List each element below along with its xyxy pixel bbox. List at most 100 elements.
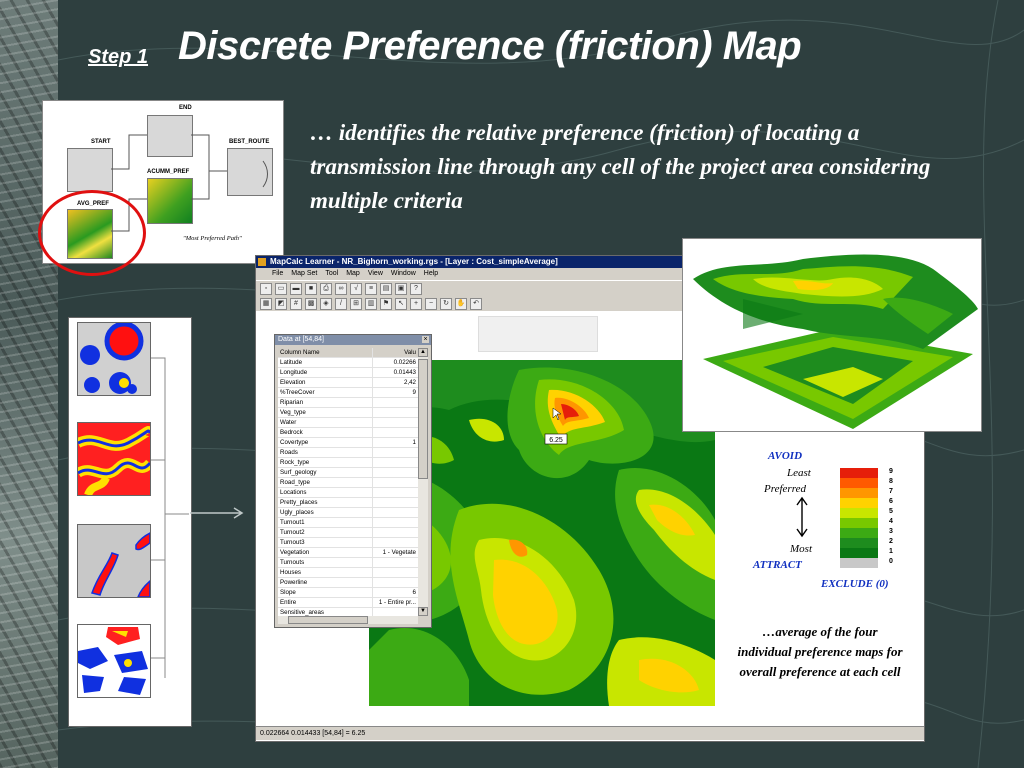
- row-value: [373, 528, 418, 537]
- legend-preferred: Preferred: [764, 483, 806, 495]
- binoculars-icon[interactable]: ∞: [335, 282, 347, 295]
- table-row[interactable]: Slope 6: [278, 588, 418, 598]
- data-grid-rows: Latitude 0.02266 Longitude 0.01443 Elevation…: [278, 358, 418, 616]
- table-row[interactable]: Turnouts: [278, 558, 418, 568]
- row-value: [373, 398, 418, 407]
- row-name: Locations: [278, 488, 373, 497]
- data-grid-window[interactable]: Data at [54,84] × Column Name Valu Latit…: [274, 334, 432, 628]
- table-row[interactable]: Roads: [278, 448, 418, 458]
- legend-swatch-0: [840, 558, 878, 568]
- table-row[interactable]: Longitude 0.01443: [278, 368, 418, 378]
- matrix-icon[interactable]: ⊞: [350, 297, 362, 310]
- new-icon[interactable]: ▫: [260, 282, 272, 295]
- legend-swatch-9: [840, 468, 878, 478]
- table-row[interactable]: Turnout1: [278, 518, 418, 528]
- table-row[interactable]: Covertype 1: [278, 438, 418, 448]
- thumb-map-3: [77, 524, 151, 598]
- layers-icon[interactable]: ≡: [365, 282, 377, 295]
- thumb-map-4: [77, 624, 151, 698]
- data-grid-titlebar[interactable]: Data at [54,84] ×: [275, 335, 431, 345]
- table-icon[interactable]: ▤: [380, 282, 392, 295]
- table-row[interactable]: Bedrock: [278, 428, 418, 438]
- table-row[interactable]: Rock_type: [278, 458, 418, 468]
- scroll-thumb[interactable]: [418, 359, 428, 479]
- table-row[interactable]: Turnout3: [278, 538, 418, 548]
- row-name: Road_type: [278, 478, 373, 487]
- save-icon[interactable]: ■: [305, 282, 317, 295]
- table-row[interactable]: Sensitive_areas: [278, 608, 418, 616]
- row-value: [373, 558, 418, 567]
- zoom-in-icon[interactable]: +: [410, 297, 422, 310]
- table-row[interactable]: Veg_type: [278, 408, 418, 418]
- image-icon[interactable]: ▩: [305, 297, 317, 310]
- zoom-out-icon[interactable]: −: [425, 297, 437, 310]
- pan-icon[interactable]: ✋: [455, 297, 467, 310]
- table-row[interactable]: Houses: [278, 568, 418, 578]
- chart-icon[interactable]: ▥: [365, 297, 377, 310]
- row-value: 0.02266: [393, 359, 416, 366]
- row-name: Vegetation: [278, 548, 373, 557]
- row-value: 0.01443: [393, 369, 416, 376]
- menu-map-set[interactable]: Map Set: [291, 268, 317, 280]
- data-grid-table[interactable]: Column Name Valu Latitude 0.02266 Longitud…: [278, 348, 418, 616]
- row-name: Houses: [278, 568, 373, 577]
- undo-icon[interactable]: ↶: [470, 297, 482, 310]
- table-row[interactable]: Pretty_places: [278, 498, 418, 508]
- row-value: 1 - Entire pr...: [378, 599, 416, 606]
- menu-file[interactable]: File: [272, 268, 283, 280]
- sqrt-icon[interactable]: √: [350, 282, 362, 295]
- app-icon: [258, 258, 266, 266]
- scroll-down-icon[interactable]: ▼: [418, 607, 428, 616]
- open-icon[interactable]: ▭: [275, 282, 287, 295]
- legend-value-2: 2: [889, 538, 893, 545]
- print-icon[interactable]: ⎙: [320, 282, 332, 295]
- pointer-icon[interactable]: ↖: [395, 297, 407, 310]
- legend-swatch-7: [840, 488, 878, 498]
- scroll-up-icon[interactable]: ▲: [418, 348, 428, 357]
- menu-map[interactable]: Map: [346, 268, 360, 280]
- row-value: [373, 488, 418, 497]
- row-value: 1 - Vegetate: [382, 549, 416, 556]
- table-row[interactable]: Ugly_places: [278, 508, 418, 518]
- menu-view[interactable]: View: [368, 268, 383, 280]
- menu-tool[interactable]: Tool: [325, 268, 338, 280]
- lines-icon[interactable]: /: [335, 297, 347, 310]
- column-name-header[interactable]: Column Name: [278, 348, 373, 357]
- row-name: Riparian: [278, 398, 373, 407]
- menu-window[interactable]: Window: [391, 268, 416, 280]
- flag-icon[interactable]: ⚑: [380, 297, 392, 310]
- vertical-scrollbar[interactable]: ▲ ▼: [418, 348, 428, 616]
- average-note: …average of the four individual preferen…: [737, 624, 903, 679]
- column-value-header[interactable]: Valu: [373, 348, 418, 357]
- color-icon[interactable]: ◈: [320, 297, 332, 310]
- table-row[interactable]: Road_type: [278, 478, 418, 488]
- table-row[interactable]: Vegetation 1 - Vegetate: [278, 548, 418, 558]
- view-2d-icon[interactable]: ▦: [260, 297, 272, 310]
- table-row[interactable]: Riparian: [278, 398, 418, 408]
- view-3d-icon[interactable]: ◩: [275, 297, 287, 310]
- table-row[interactable]: Water: [278, 418, 418, 428]
- menu-help[interactable]: Help: [424, 268, 438, 280]
- table-row[interactable]: %TreeCover 9: [278, 388, 418, 398]
- legend-swatch-2: [840, 538, 878, 548]
- row-name: Powerline: [278, 578, 373, 587]
- table-row[interactable]: Powerline: [278, 578, 418, 588]
- horizontal-scrollbar[interactable]: [278, 616, 418, 624]
- table-row[interactable]: Latitude 0.02266: [278, 358, 418, 368]
- window-icon[interactable]: ▣: [395, 282, 407, 295]
- row-name: Covertype: [278, 438, 373, 447]
- grid-icon[interactable]: #: [290, 297, 302, 310]
- help-icon[interactable]: ?: [410, 282, 422, 295]
- hscroll-thumb[interactable]: [288, 616, 368, 624]
- table-row[interactable]: Turnout2: [278, 528, 418, 538]
- thumb-map-1: [77, 322, 151, 396]
- table-row[interactable]: Entire 1 - Entire pr...: [278, 598, 418, 608]
- folder-icon[interactable]: ▬: [290, 282, 302, 295]
- cell-value-popup: 6.25: [549, 437, 563, 444]
- rotate-icon[interactable]: ↻: [440, 297, 452, 310]
- legend-most: Most: [790, 543, 812, 555]
- table-row[interactable]: Locations: [278, 488, 418, 498]
- table-row[interactable]: Elevation 2,42: [278, 378, 418, 388]
- table-row[interactable]: Surf_geology: [278, 468, 418, 478]
- close-icon[interactable]: ×: [422, 336, 429, 343]
